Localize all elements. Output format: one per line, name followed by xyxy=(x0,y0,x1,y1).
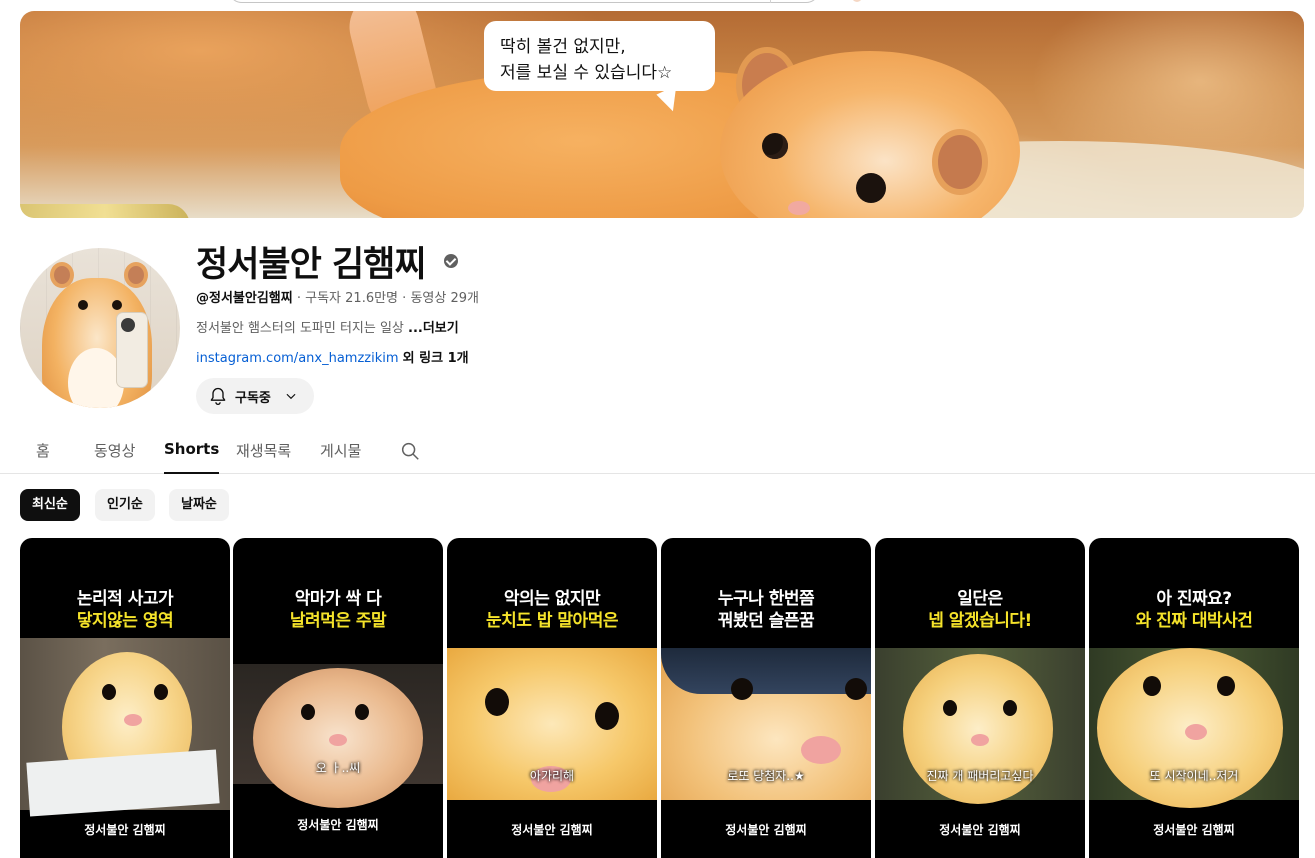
avatar-hamster-eye xyxy=(112,300,122,310)
thumbnail-hamster-nose xyxy=(801,736,841,764)
search-divider xyxy=(770,0,771,3)
thumbnail-hamster-nose xyxy=(124,714,142,726)
subscribed-label: 구독중 xyxy=(235,391,271,406)
short-item[interactable]: 아 진짜요? 와 진짜 대박사건 또 시작이네..저거 정서불안 김햄찌 xyxy=(1089,538,1299,858)
short-caption-yellow: 넵 알겠습니다! xyxy=(928,611,1032,631)
short-caption-yellow: 눈치도 밥 말아먹은 xyxy=(486,611,618,631)
thumbnail-hamster-eye xyxy=(154,684,168,700)
short-brand: 정서불안 김햄찌 xyxy=(1153,823,1235,837)
short-item[interactable]: 논리적 사고가 닿지않는 영역 정서불안 김햄찌 xyxy=(20,538,230,858)
thumbnail-cap xyxy=(661,648,871,694)
thumbnail-hamster-eye xyxy=(1143,676,1161,696)
short-caption-yellow: 날려먹은 주말 xyxy=(289,611,387,631)
avatar-phone-camera xyxy=(121,318,135,332)
tab-posts[interactable]: 게시물 xyxy=(320,440,361,474)
channel-meta: @정서불안김햄찌 · 구독자 21.6만명 · 동영상 29개 xyxy=(196,287,479,306)
video-count: 동영상 29개 xyxy=(410,291,479,306)
chip-popular[interactable]: 인기순 xyxy=(95,489,155,521)
tab-videos[interactable]: 동영상 xyxy=(94,440,135,474)
banner-hamster-ear xyxy=(932,129,988,195)
thumbnail-hamster-eye xyxy=(102,684,116,700)
speech-bubble-line: 저를 보실 수 있습니다☆ xyxy=(500,63,673,83)
subscribed-button[interactable]: 구독중 xyxy=(196,378,314,414)
more-links-button[interactable]: 외 링크 1개 xyxy=(403,351,469,366)
thumbnail-hamster-eye xyxy=(731,678,753,700)
bell-icon xyxy=(210,387,226,405)
chip-date[interactable]: 날짜순 xyxy=(169,489,229,521)
thumbnail-hamster-eye xyxy=(845,678,867,700)
thumbnail-hamster-eye xyxy=(1217,676,1235,696)
short-subtitle: 또 시작이네..저거 xyxy=(1149,769,1239,783)
instagram-link[interactable]: instagram.com/anx_hamzzikim xyxy=(196,351,399,366)
short-caption-yellow: 닿지않는 영역 xyxy=(76,611,174,631)
search-box-edge[interactable] xyxy=(228,0,820,3)
thumbnail-hamster-eye xyxy=(355,704,369,720)
chip-latest[interactable]: 최신순 xyxy=(20,489,80,521)
banner-hamster-eye xyxy=(856,173,886,203)
thumbnail-hamster-nose xyxy=(329,734,347,746)
thumbnail-hamster-eye xyxy=(485,688,509,716)
short-caption-yellow: 꿔봤던 슬픈꿈 xyxy=(717,611,815,631)
channel-avatar[interactable] xyxy=(20,248,180,408)
thumbnail-hamster-eye xyxy=(595,702,619,730)
channel-handle: @정서불안김햄찌 xyxy=(196,291,293,306)
channel-description[interactable]: 정서불안 햄스터의 도파민 터지는 일상 ...더보기 xyxy=(196,317,459,336)
short-brand: 정서불안 김햄찌 xyxy=(511,823,593,837)
short-caption-yellow: 와 진짜 대박사건 xyxy=(1135,611,1253,631)
channel-tabs: 홈 동영상 Shorts 재생목록 게시물 xyxy=(0,430,1315,474)
subscriber-count: 구독자 21.6만명 xyxy=(305,291,399,306)
avatar-hamster-ear xyxy=(124,262,148,288)
account-avatar-edge[interactable] xyxy=(852,0,862,2)
meta-separator: · xyxy=(296,291,306,306)
thumbnail-hamster-nose xyxy=(971,734,989,746)
short-item[interactable]: 일단은 넵 알겠습니다! 진짜 개 패버리고싶다 정서불안 김햄찌 xyxy=(875,538,1085,858)
search-icon[interactable] xyxy=(399,440,421,462)
short-item[interactable]: 악마가 싹 다 날려먹은 주말 오 ㅏ..씨 정서불안 김햄찌 xyxy=(233,538,443,858)
banner-hamster-nose xyxy=(788,201,810,215)
avatar-hamster-eye xyxy=(78,300,88,310)
tab-shorts[interactable]: Shorts xyxy=(164,440,220,474)
short-thumbnail xyxy=(20,638,230,817)
channel-links: instagram.com/anx_hamzzikim 외 링크 1개 xyxy=(196,347,469,366)
description-text: 정서불안 햄스터의 도파민 터지는 일상 xyxy=(196,321,404,336)
banner-hamster-eye xyxy=(762,133,788,159)
short-brand: 정서불안 김햄찌 xyxy=(84,823,166,837)
speech-bubble-line: 딱히 볼건 없지만, xyxy=(500,37,626,57)
tab-home[interactable]: 홈 xyxy=(36,440,50,474)
short-brand: 정서불안 김햄찌 xyxy=(939,823,1021,837)
channel-name: 정서불안 김햄찌 xyxy=(196,245,427,285)
thumbnail-hamster-eye xyxy=(301,704,315,720)
more-button[interactable]: ...더보기 xyxy=(408,321,459,336)
thumbnail-hamster-nose xyxy=(1185,724,1207,740)
short-brand: 정서불안 김햄찌 xyxy=(297,818,379,832)
short-item[interactable]: 누구나 한번쯤 꿔봤던 슬픈꿈 로또 당첨자..★ 정서불안 김햄찌 xyxy=(661,538,871,858)
masthead-edge xyxy=(0,0,1315,8)
short-subtitle: 오 ㅏ..씨 xyxy=(315,761,361,775)
short-brand: 정서불안 김햄찌 xyxy=(725,823,807,837)
banner-foil xyxy=(20,204,190,218)
short-subtitle: 로또 당첨자..★ xyxy=(727,769,805,783)
speech-bubble: 딱히 볼건 없지만, 저를 보실 수 있습니다☆ xyxy=(484,21,715,91)
tab-playlists[interactable]: 재생목록 xyxy=(236,440,291,474)
thumbnail-newspaper xyxy=(26,749,220,817)
short-item[interactable]: 악의는 없지만 눈치도 밥 말아먹은 아가리해 정서불안 김햄찌 xyxy=(447,538,657,858)
short-subtitle: 아가리해 xyxy=(529,769,575,783)
verified-icon xyxy=(444,254,458,268)
chevron-down-icon xyxy=(286,393,296,400)
short-subtitle: 진짜 개 패버리고싶다 xyxy=(926,769,1034,783)
thumbnail-hamster-eye xyxy=(943,700,957,716)
thumbnail-hamster-eye xyxy=(1003,700,1017,716)
